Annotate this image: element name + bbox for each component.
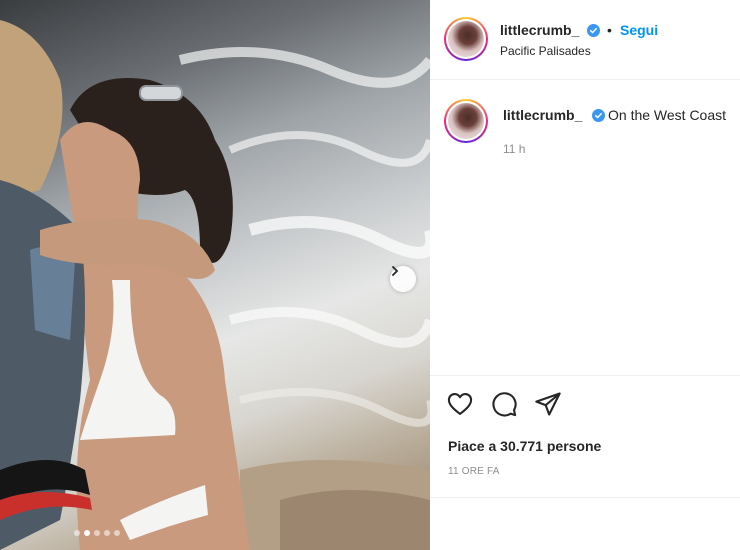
- post-details-panel: littlecrumb_ • Segui Pacific Palisades l…: [430, 0, 740, 550]
- comment-bubble-icon[interactable]: [490, 390, 518, 418]
- post-photo[interactable]: [0, 0, 430, 550]
- chevron-right-icon: [392, 266, 399, 276]
- avatar[interactable]: [444, 17, 488, 61]
- carousel-dot: [74, 530, 80, 536]
- separator-dot: •: [607, 22, 612, 38]
- follow-button[interactable]: Segui: [620, 22, 658, 38]
- verified-badge-icon: [592, 109, 605, 122]
- post-actions: Piace a 30.771 persone 11 ORE FA: [430, 375, 740, 550]
- username-link[interactable]: littlecrumb_: [500, 22, 579, 38]
- carousel-dot: [94, 530, 100, 536]
- beach-photo-illustration: [0, 20, 430, 550]
- likes-count[interactable]: Piace a 30.771 persone: [448, 438, 601, 454]
- divider: [430, 497, 740, 498]
- caption-text: On the West Coast: [608, 107, 727, 123]
- heart-icon[interactable]: [446, 390, 474, 418]
- carousel-dots: [74, 530, 120, 536]
- paper-plane-icon[interactable]: [534, 390, 562, 418]
- caption-avatar[interactable]: [444, 99, 488, 143]
- post-timestamp[interactable]: 11 ORE FA: [448, 466, 500, 477]
- carousel-dot-active: [84, 530, 90, 536]
- carousel-dot: [104, 530, 110, 536]
- carousel-next-button[interactable]: [390, 266, 416, 292]
- post-header: littlecrumb_ • Segui Pacific Palisades: [430, 0, 740, 80]
- verified-badge-icon: [587, 24, 600, 37]
- caption-timestamp[interactable]: 11 h: [503, 142, 525, 156]
- caption-username-link[interactable]: littlecrumb_: [503, 107, 582, 123]
- location-link[interactable]: Pacific Palisades: [500, 44, 591, 58]
- carousel-dot: [114, 530, 120, 536]
